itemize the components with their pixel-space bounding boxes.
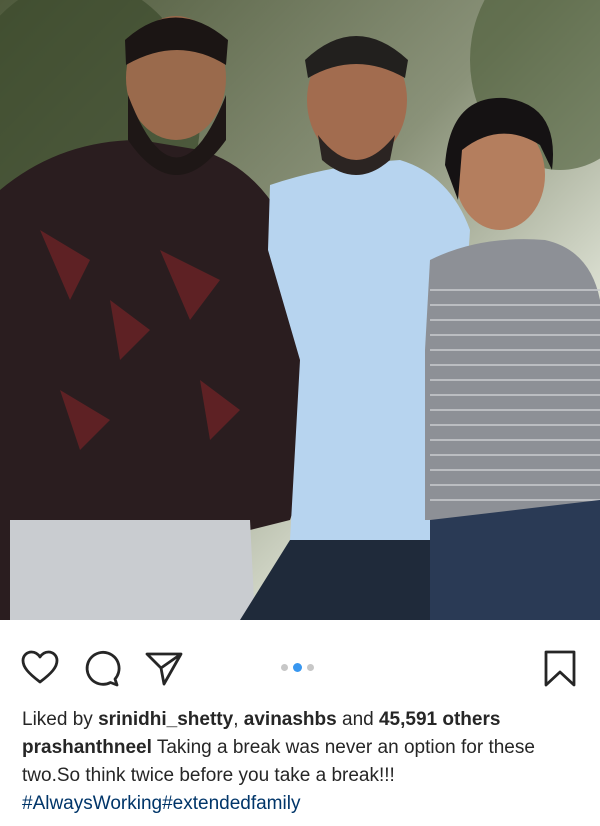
hashtags: #AlwaysWorking#extendedfamily: [22, 790, 592, 818]
caption: prashanthneel Taking a break was never a…: [22, 734, 592, 790]
heart-icon[interactable]: [20, 648, 60, 688]
carousel-dot-active: [293, 662, 302, 672]
hashtag-link[interactable]: #extendedfamily: [162, 793, 300, 814]
likes-line: Liked by srinidhi_shetty, avinashbs and …: [22, 706, 592, 734]
likes-prefix: Liked by: [22, 709, 93, 730]
bookmark-icon[interactable]: [540, 648, 580, 688]
carousel-dot: [307, 663, 314, 671]
carousel-indicator: [281, 661, 314, 673]
send-icon[interactable]: [144, 648, 184, 688]
group-photo-image: [0, 0, 600, 620]
carousel-dot: [281, 663, 288, 671]
post-text: Liked by srinidhi_shetty, avinashbs and …: [22, 706, 592, 818]
likes-count-link[interactable]: 45,591 others: [379, 709, 500, 730]
liked-by-user-link[interactable]: srinidhi_shetty: [98, 709, 233, 730]
likes-separator: ,: [233, 709, 239, 730]
likes-conjunction: and: [342, 709, 374, 730]
comment-icon[interactable]: [82, 648, 122, 688]
caption-author-link[interactable]: prashanthneel: [22, 737, 152, 758]
post-photo[interactable]: [0, 0, 600, 620]
liked-by-user-link[interactable]: avinashbs: [244, 709, 337, 730]
hashtag-link[interactable]: #AlwaysWorking: [22, 793, 162, 814]
